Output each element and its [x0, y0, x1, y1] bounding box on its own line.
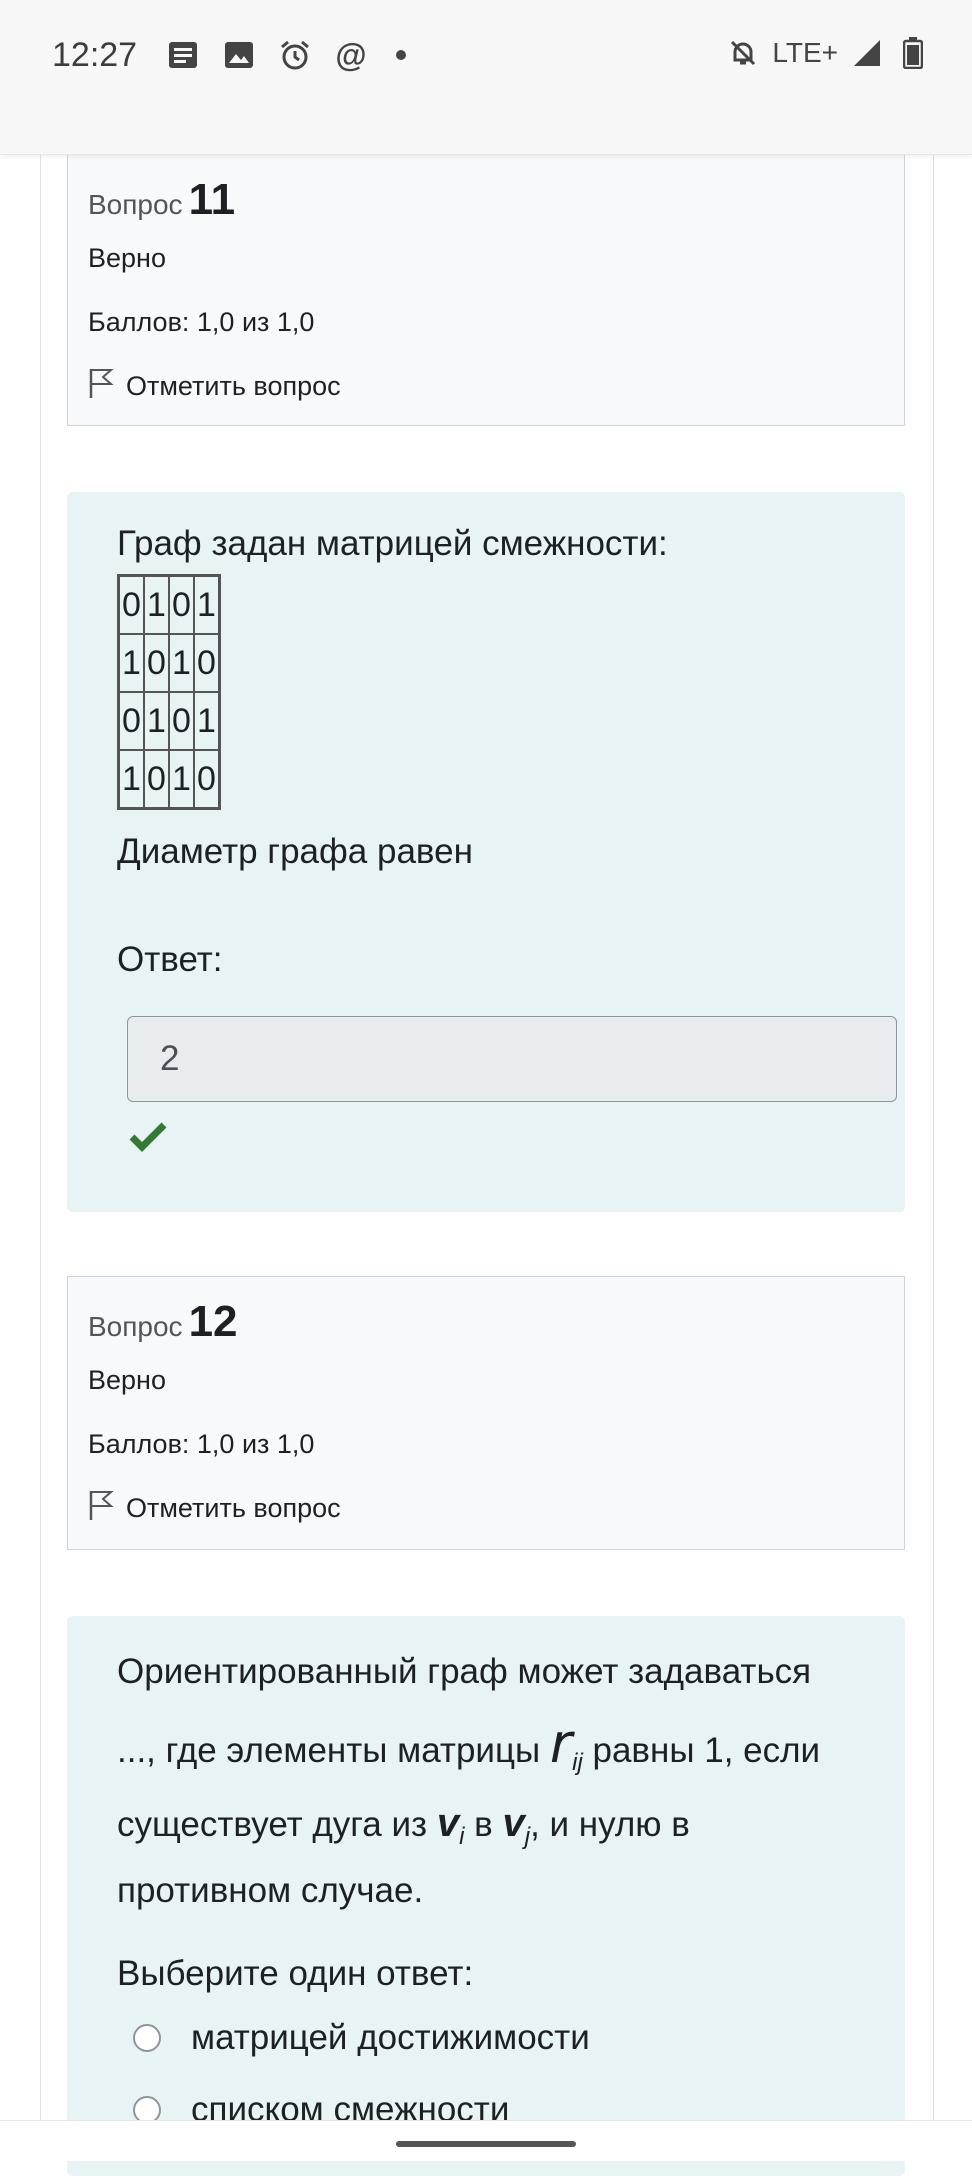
question-12-content: Ориентированный граф может задаваться ..… — [67, 1616, 905, 2176]
question-number: Вопрос 12 — [88, 1297, 238, 1347]
image-icon — [222, 38, 256, 72]
question-number: Вопрос 11 — [88, 175, 235, 225]
navigation-bar — [0, 2120, 972, 2161]
system-icons: LTE+ — [726, 36, 930, 70]
matrix-cell: 1 — [193, 574, 221, 635]
clock: 12:27 — [52, 36, 138, 74]
question-text: Граф задан матрицей смежности: — [117, 524, 668, 563]
notification-icons: @ — [166, 36, 406, 73]
question-number-value: 12 — [188, 1297, 238, 1346]
matrix-cell: 0 — [117, 691, 145, 751]
matrix-cell: 0 — [168, 691, 195, 751]
question-grade: Баллов: 1,0 из 1,0 — [88, 1429, 315, 1459]
text-segment: равны 1, если — [582, 1731, 821, 1770]
matrix-cell: 1 — [143, 691, 170, 751]
question-state: Верно — [88, 1365, 166, 1395]
matrix-cell: 1 — [193, 691, 221, 751]
text-segment: существует дуга из — [117, 1805, 437, 1844]
signal-icon — [850, 36, 884, 70]
question-text-after: Диаметр графа равен — [117, 832, 473, 871]
matrix-cell: 1 — [117, 749, 145, 810]
text-segment: в — [464, 1805, 503, 1844]
matrix-row: 1010 — [117, 749, 221, 810]
adjacency-matrix: 0101101001011010 — [117, 574, 221, 810]
flag-label: Отметить вопрос — [126, 1493, 341, 1523]
flag-label: Отметить вопрос — [126, 371, 341, 401]
home-gesture-handle[interactable] — [396, 2141, 576, 2147]
matrix-cell: 0 — [193, 633, 221, 693]
matrix-row: 0101 — [117, 574, 221, 635]
at-icon: @ — [335, 36, 367, 73]
question-label: Вопрос — [88, 189, 183, 220]
text-segment: ..., где элементы матрицы — [117, 1731, 550, 1770]
question-number-value: 11 — [188, 175, 236, 224]
matrix-cell: 0 — [143, 749, 170, 810]
matrix-subscript: ij — [572, 1749, 583, 1776]
select-prompt: Выберите один ответ: — [117, 1954, 474, 1993]
matrix-cell: 1 — [143, 574, 170, 635]
question-11-info: Вопрос 11 Верно Баллов: 1,0 из 1,0 Отмети… — [67, 154, 905, 426]
matrix-cell: 0 — [143, 633, 170, 693]
question-grade: Баллов: 1,0 из 1,0 — [88, 307, 315, 337]
flag-question-button[interactable]: Отметить вопрос — [88, 367, 341, 406]
correct-check-icon — [129, 1122, 167, 1157]
question-label: Вопрос — [88, 1311, 183, 1342]
dot-icon — [396, 50, 406, 60]
answer-option[interactable]: матрицей достижимости — [133, 2018, 590, 2058]
flag-icon — [88, 1489, 114, 1528]
matrix-cell: 0 — [117, 574, 145, 635]
flag-question-button[interactable]: Отметить вопрос — [88, 1489, 341, 1528]
bell-off-icon — [726, 36, 760, 70]
question-text-line-3: существует дуга из vi в vj, и нулю в — [117, 1793, 877, 1867]
answer-input[interactable]: 2 — [127, 1016, 897, 1102]
question-text-line-1: Ориентированный граф может задаваться — [117, 1652, 812, 1691]
network-type: LTE+ — [772, 37, 838, 68]
quiz-review-page: Вопрос 11 Верно Баллов: 1,0 из 1,0 Отмети… — [40, 154, 934, 2176]
matrix-cell: 1 — [117, 633, 145, 693]
matrix-cell: 1 — [168, 633, 195, 693]
matrix-cell: 1 — [168, 749, 195, 810]
question-text-line-4: противном случае. — [117, 1871, 424, 1910]
question-text-line-2: ..., где элементы матрицы rij равны 1, е… — [117, 1714, 877, 1793]
text-segment: , и нулю в — [530, 1805, 690, 1844]
radio-button[interactable] — [133, 2024, 161, 2052]
battery-icon — [896, 36, 930, 70]
matrix-row: 0101 — [117, 691, 221, 751]
question-text: Ориентированный граф может задаваться ..… — [117, 1642, 877, 1921]
notes-icon — [166, 38, 200, 72]
flag-icon — [88, 367, 114, 406]
vertex-symbol: v — [436, 1801, 460, 1845]
matrix-row: 1010 — [117, 633, 221, 693]
vertex-symbol: v — [502, 1801, 525, 1845]
question-state: Верно — [88, 243, 166, 273]
alarm-icon — [278, 38, 312, 72]
answer-label: Ответ: — [117, 940, 223, 979]
option-label: матрицей достижимости — [191, 2018, 590, 2057]
question-11-content: Граф задан матрицей смежности: 010110100… — [67, 492, 905, 1212]
question-12-info: Вопрос 12 Верно Баллов: 1,0 из 1,0 Отмети… — [67, 1276, 905, 1550]
matrix-symbol: r — [549, 1712, 573, 1775]
matrix-cell: 0 — [193, 749, 221, 810]
status-bar: 12:27 @ LTE+ — [0, 0, 972, 155]
matrix-cell: 0 — [168, 574, 195, 635]
